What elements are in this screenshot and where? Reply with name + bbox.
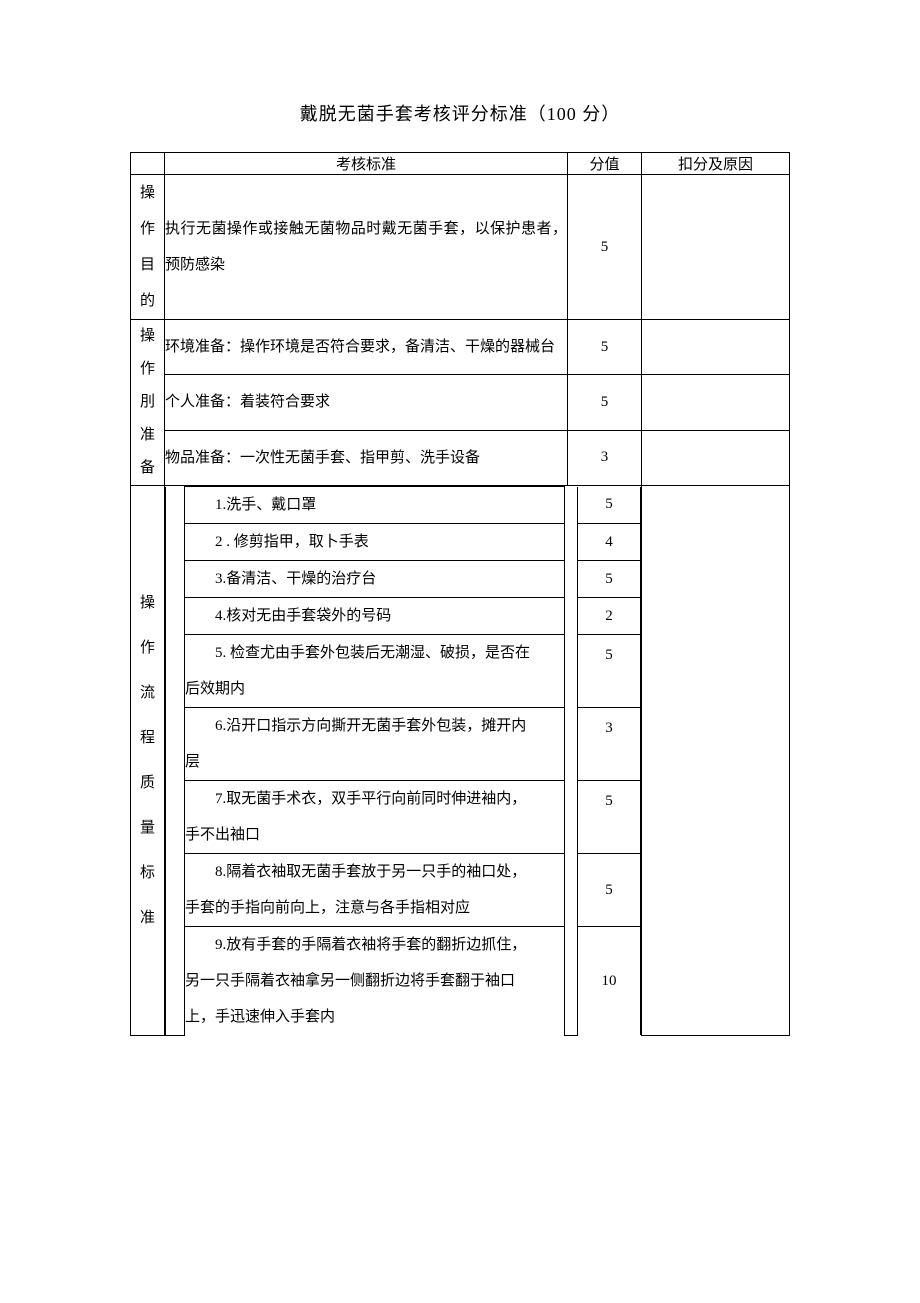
cell-process-inner-wrap: 1.洗手、戴口罩 5 2 . 修剪指甲，取卜手表 4 3.备清洁、干燥的治疗台 … — [165, 486, 642, 1036]
step-7-text: 7.取无菌手术衣，双手平行向前同时伸进袖内， 手不出袖口 — [185, 781, 565, 854]
step-3-text: 3.备清洁、干燥的治疗台 — [185, 561, 565, 598]
step-1-text: 1.洗手、戴口罩 — [185, 487, 565, 524]
header-score: 分值 — [568, 153, 642, 175]
step-3-score: 5 — [578, 561, 641, 598]
cell-process-reason — [642, 486, 790, 1036]
step-6-text: 6.沿开口指示方向撕开无菌手套外包装，摊开内 层 — [185, 708, 565, 781]
row-prep-2: 个人准备：着装符合要求 5 — [131, 375, 790, 430]
page-title: 戴脱无菌手套考核评分标准（100 分） — [130, 100, 790, 126]
step-9-score: 10 — [578, 927, 641, 1036]
label-process: 操作流程质量标准 — [131, 486, 165, 1036]
step-8-score: 5 — [578, 854, 641, 927]
step-row-1: 1.洗手、戴口罩 5 — [166, 487, 641, 524]
cell-purpose-text: 执行无菌操作或接触无菌物品时戴无菌手套，以保护患者，预防感染 — [165, 175, 568, 320]
header-reason: 扣分及原因 — [642, 153, 790, 175]
step-5-score: 5 — [578, 635, 641, 708]
step-7-score: 5 — [578, 781, 641, 854]
step-4-text: 4.核对无由手套袋外的号码 — [185, 598, 565, 635]
cell-prep-env-reason — [642, 320, 790, 375]
label-prep: 操作刖准备 — [131, 320, 165, 486]
cell-prep-env-text: 环境准备：操作环境是否符合要求，备清洁、干燥的器械台 — [165, 320, 568, 375]
step-5-text: 5. 检查尤由手套外包装后无潮湿、破损，是否在 后效期内 — [185, 635, 565, 708]
cell-prep-person-score: 5 — [568, 375, 642, 430]
document-page: 戴脱无菌手套考核评分标准（100 分） 考核标准 分值 扣分及原因 操作目的 执… — [0, 0, 920, 1303]
cell-prep-env-score: 5 — [568, 320, 642, 375]
label-purpose: 操作目的 — [131, 175, 165, 320]
header-blank — [131, 153, 165, 175]
inner-right-gap — [565, 487, 578, 1036]
cell-prep-item-score: 3 — [568, 430, 642, 485]
step-1-score: 5 — [578, 487, 641, 524]
step-4-score: 2 — [578, 598, 641, 635]
row-prep-3: 物品准备：一次性无菌手套、指甲剪、洗手设备 3 — [131, 430, 790, 485]
cell-purpose-score: 5 — [568, 175, 642, 320]
step-9-text: 9.放有手套的手隔着衣袖将手套的翻折边抓住， 另一只手隔着衣袖拿另一侧翻折边将手… — [185, 927, 565, 1036]
table-header-row: 考核标准 分值 扣分及原因 — [131, 153, 790, 175]
header-criteria: 考核标准 — [165, 153, 568, 175]
scoring-table: 考核标准 分值 扣分及原因 操作目的 执行无菌操作或接触无菌物品时戴无菌手套，以… — [130, 152, 790, 1036]
cell-prep-person-reason — [642, 375, 790, 430]
inner-left-gap — [166, 487, 185, 1036]
cell-prep-item-text: 物品准备：一次性无菌手套、指甲剪、洗手设备 — [165, 430, 568, 485]
step-2-score: 4 — [578, 524, 641, 561]
cell-purpose-reason — [642, 175, 790, 320]
row-purpose: 操作目的 执行无菌操作或接触无菌物品时戴无菌手套，以保护患者，预防感染 5 — [131, 175, 790, 320]
row-prep-1: 操作刖准备 环境准备：操作环境是否符合要求，备清洁、干燥的器械台 5 — [131, 320, 790, 375]
step-6-score: 3 — [578, 708, 641, 781]
row-process: 操作流程质量标准 1.洗手、戴口罩 5 — [131, 486, 790, 1036]
step-2-text: 2 . 修剪指甲，取卜手表 — [185, 524, 565, 561]
step-8-text: 8.隔着衣袖取无菌手套放于另一只手的袖口处， 手套的手指向前向上，注意与各手指相… — [185, 854, 565, 927]
process-inner-table: 1.洗手、戴口罩 5 2 . 修剪指甲，取卜手表 4 3.备清洁、干燥的治疗台 … — [165, 486, 641, 1036]
cell-prep-person-text: 个人准备：着装符合要求 — [165, 375, 568, 430]
cell-prep-item-reason — [642, 430, 790, 485]
